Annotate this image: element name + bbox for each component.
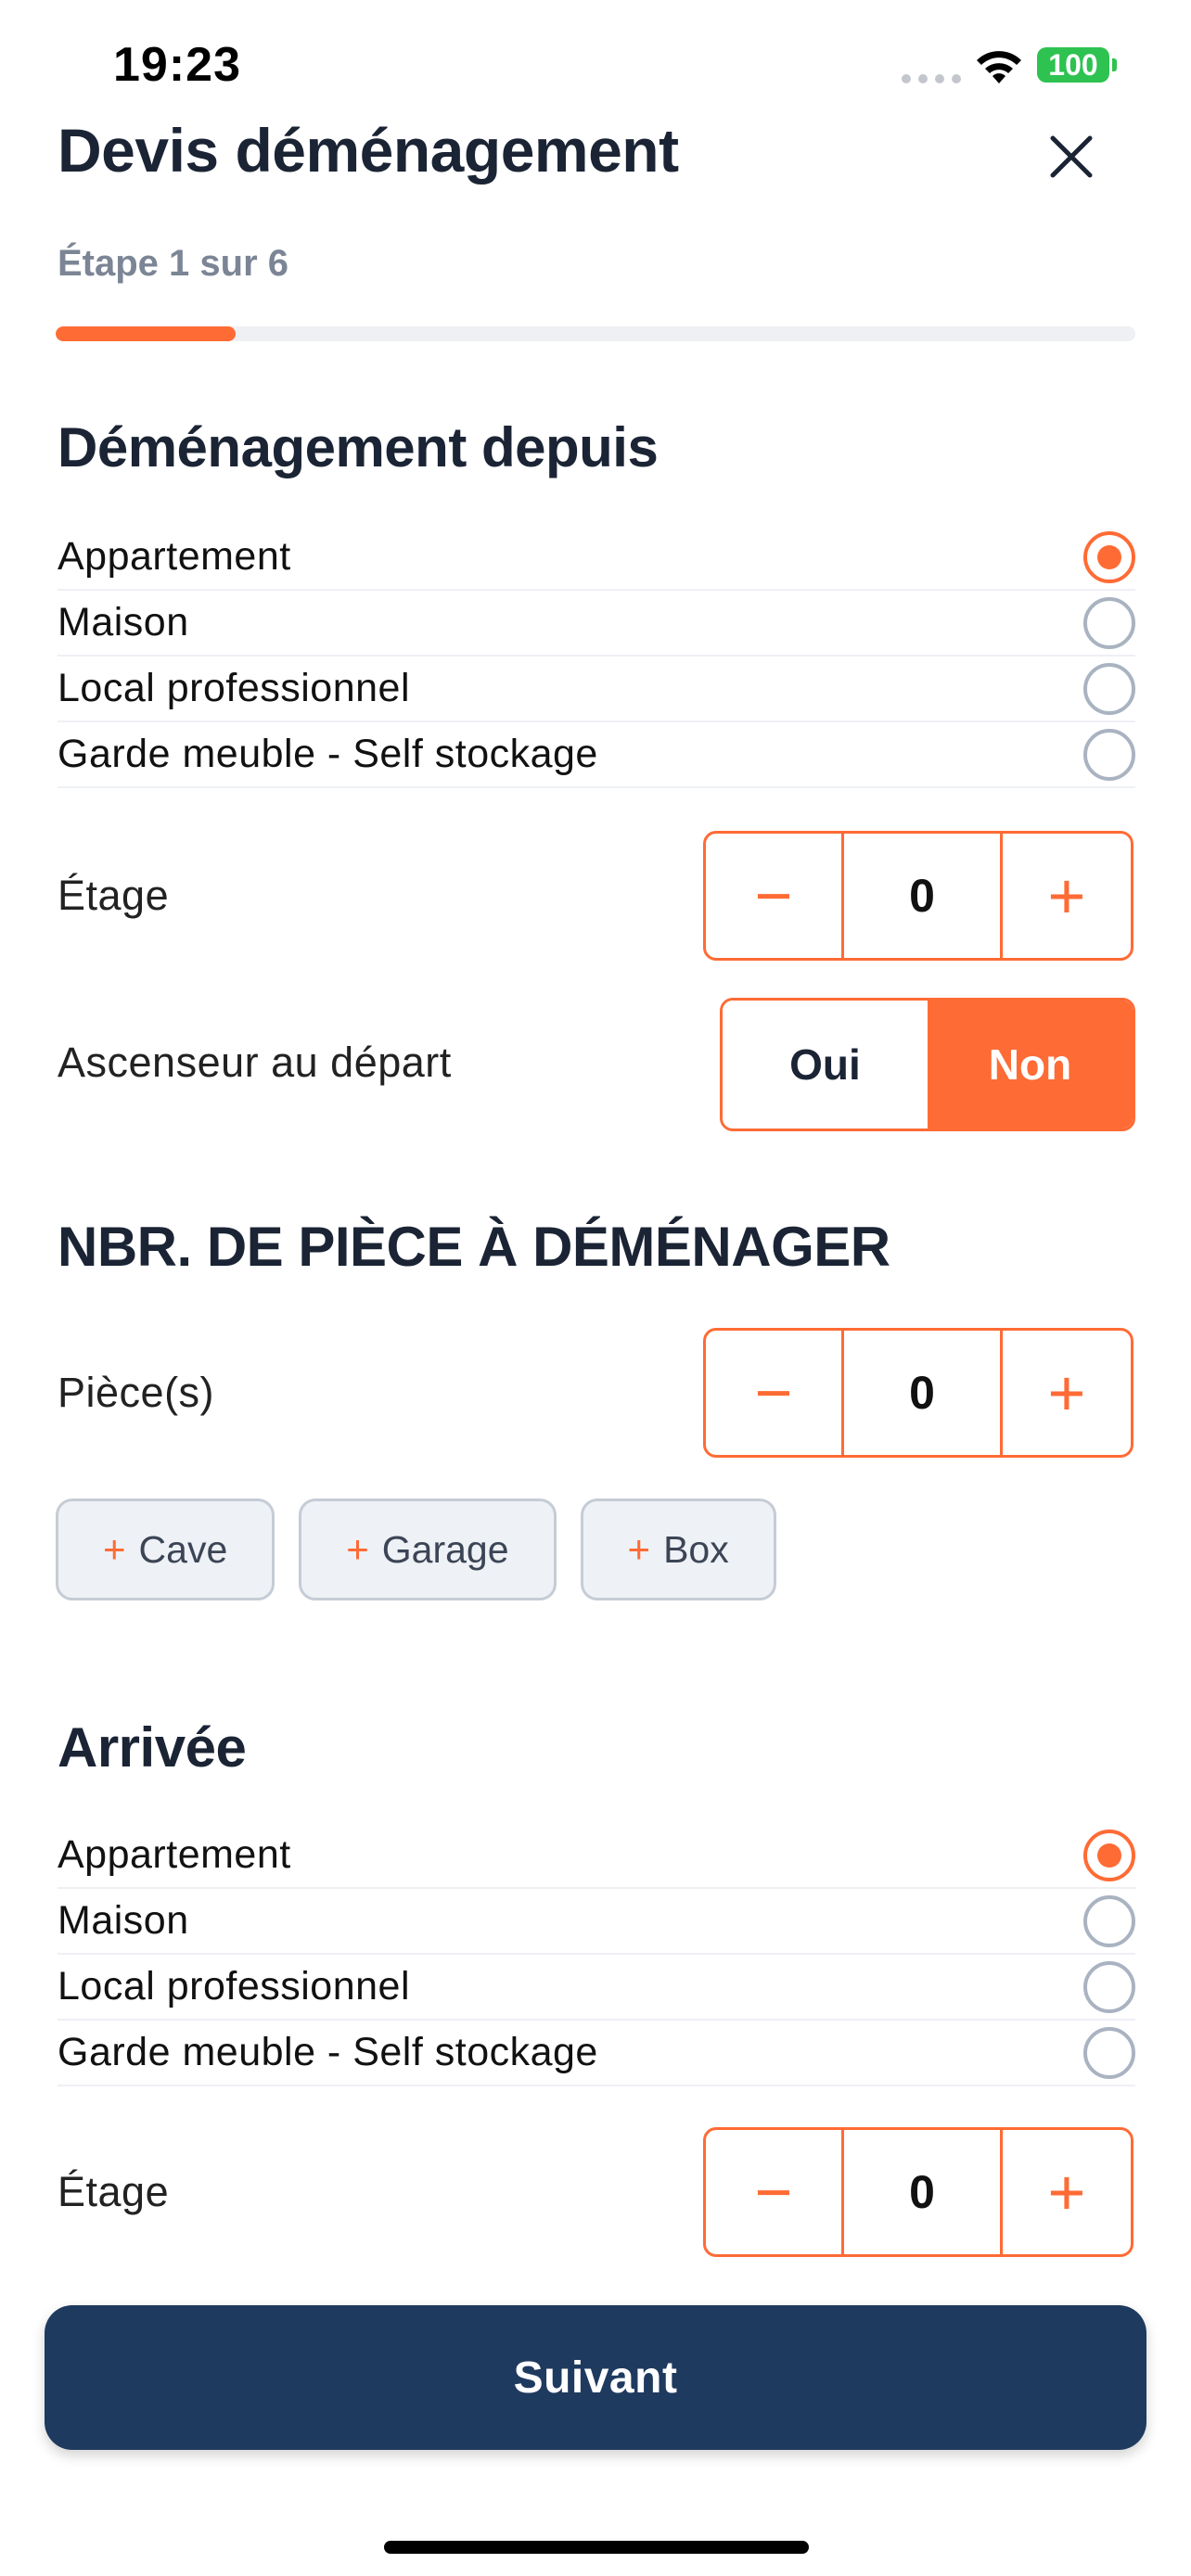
wifi-icon xyxy=(977,51,1021,83)
radio-button[interactable] xyxy=(1083,1829,1135,1881)
arrival-option-maison[interactable]: Maison xyxy=(58,1889,1135,1955)
add-cave-button[interactable]: + Cave xyxy=(56,1498,275,1600)
arrival-floor-increment-button[interactable]: + xyxy=(1000,2130,1131,2254)
rooms-stepper: − 0 + xyxy=(703,1328,1133,1458)
rooms-label: Pièce(s) xyxy=(58,1369,215,1416)
add-garage-button[interactable]: + Garage xyxy=(299,1498,557,1600)
arrival-option-appartement[interactable]: Appartement xyxy=(58,1823,1135,1889)
next-button[interactable]: Suivant xyxy=(45,2305,1146,2450)
option-label: Garde meuble - Self stockage xyxy=(58,2030,598,2074)
cellular-signal-icon xyxy=(902,74,961,83)
battery-tip xyxy=(1112,58,1117,71)
arrival-options: Appartement Maison Local professionnel G… xyxy=(58,1823,1135,2086)
arrival-option-local-professionnel[interactable]: Local professionnel xyxy=(58,1955,1135,2021)
radio-button[interactable] xyxy=(1083,596,1135,649)
departure-option-garde-meuble[interactable]: Garde meuble - Self stockage xyxy=(58,722,1135,788)
option-label: Local professionnel xyxy=(58,1964,411,2009)
rooms-value: 0 xyxy=(909,1367,935,1419)
chip-label: Garage xyxy=(381,1527,509,1571)
arrival-floor-stepper: − 0 + xyxy=(703,2127,1133,2257)
chip-label: Box xyxy=(663,1527,729,1571)
floor-increment-button[interactable]: + xyxy=(1000,834,1131,958)
departure-section-title: Déménagement depuis xyxy=(58,416,659,478)
arrival-floor-value: 0 xyxy=(909,2166,935,2218)
option-label: Appartement xyxy=(58,1832,291,1877)
step-indicator: Étape 1 sur 6 xyxy=(58,243,289,284)
chip-label: Cave xyxy=(138,1527,228,1571)
battery-icon: 100 xyxy=(1037,47,1109,83)
radio-button[interactable] xyxy=(1083,1894,1135,1947)
rooms-increment-button[interactable]: + xyxy=(1000,1331,1131,1455)
close-button[interactable] xyxy=(1041,126,1102,187)
arrival-section-title: Arrivée xyxy=(58,1716,247,1779)
departure-floor-label: Étage xyxy=(58,872,170,919)
close-icon xyxy=(1050,135,1093,178)
arrival-floor-label: Étage xyxy=(58,2168,170,2215)
progress-bar xyxy=(56,326,1135,341)
option-label: Garde meuble - Self stockage xyxy=(58,732,598,776)
plus-icon: + xyxy=(627,1527,651,1571)
departure-option-maison[interactable]: Maison xyxy=(58,591,1135,657)
elevator-no-button[interactable]: Non xyxy=(928,1001,1133,1129)
radio-button[interactable] xyxy=(1083,2026,1135,2079)
departure-option-local-professionnel[interactable]: Local professionnel xyxy=(58,657,1135,722)
home-indicator xyxy=(384,2541,809,2554)
floor-decrement-button[interactable]: − xyxy=(706,834,844,958)
option-label: Maison xyxy=(58,600,189,644)
status-time: 19:23 xyxy=(113,38,241,92)
option-label: Maison xyxy=(58,1898,189,1943)
elevator-yes-button[interactable]: Oui xyxy=(723,1001,928,1129)
option-label: Appartement xyxy=(58,534,291,579)
radio-button[interactable] xyxy=(1083,530,1135,583)
battery-level: 100 xyxy=(1048,47,1098,82)
departure-option-appartement[interactable]: Appartement xyxy=(58,525,1135,591)
rooms-section-title: NBR. DE PIÈCE À DÉMÉNAGER xyxy=(58,1216,890,1278)
add-box-button[interactable]: + Box xyxy=(580,1498,776,1600)
elevator-toggle: Oui Non xyxy=(720,998,1135,1131)
plus-icon: + xyxy=(103,1527,126,1571)
floor-value: 0 xyxy=(909,870,935,922)
arrival-option-garde-meuble[interactable]: Garde meuble - Self stockage xyxy=(58,2021,1135,2086)
radio-button[interactable] xyxy=(1083,662,1135,715)
extra-rooms-chips: + Cave + Garage + Box xyxy=(56,1498,776,1600)
rooms-decrement-button[interactable]: − xyxy=(706,1331,844,1455)
elevator-label: Ascenseur au départ xyxy=(58,1039,452,1086)
page-title: Devis déménagement xyxy=(58,116,679,185)
option-label: Local professionnel xyxy=(58,666,411,710)
plus-icon: + xyxy=(346,1527,369,1571)
radio-button[interactable] xyxy=(1083,1960,1135,2013)
arrival-floor-decrement-button[interactable]: − xyxy=(706,2130,844,2254)
departure-options: Appartement Maison Local professionnel G… xyxy=(58,525,1135,788)
radio-button[interactable] xyxy=(1083,728,1135,781)
progress-fill xyxy=(56,326,237,341)
departure-floor-stepper: − 0 + xyxy=(703,831,1133,961)
